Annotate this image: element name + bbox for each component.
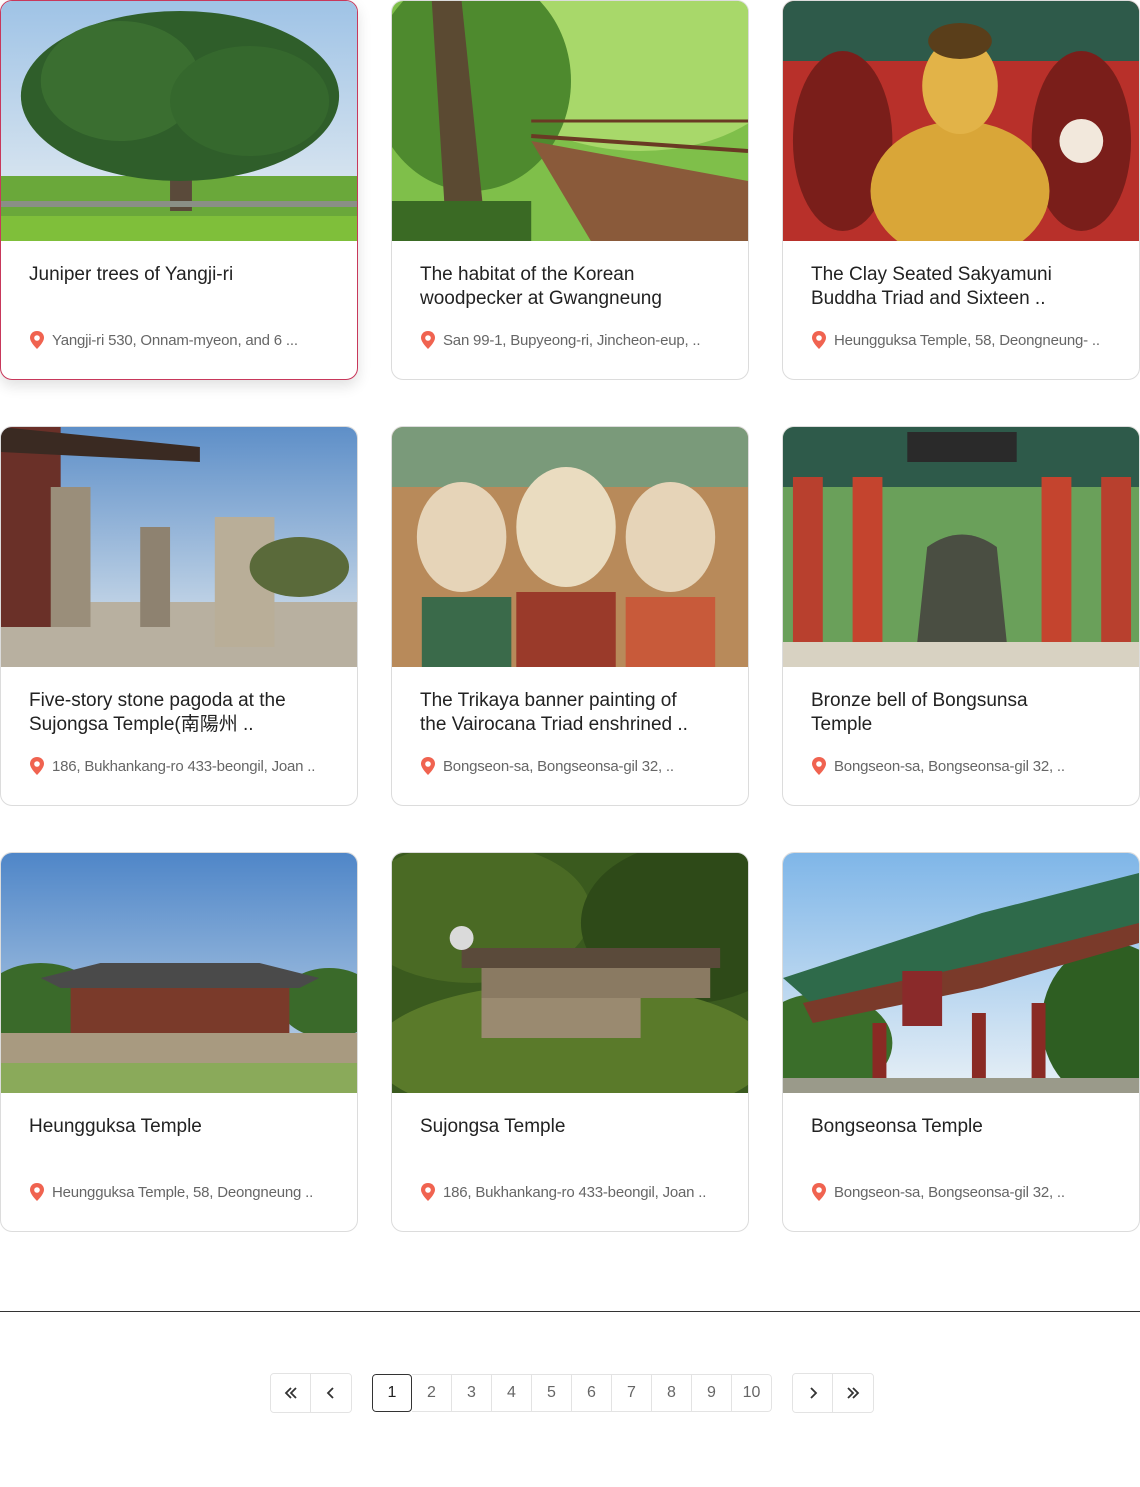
card-address: Bongseon-sa, Bongseonsa-gil 32, ..: [811, 757, 1111, 775]
sujongsa-temple-photo: [392, 853, 748, 1093]
location-pin-icon: [30, 331, 44, 349]
double-chevron-left-icon: [284, 1387, 297, 1399]
card-address-text: Heungguksa Temple, 58, Deongneung ..: [52, 1183, 314, 1201]
heritage-card[interactable]: The Trikaya banner painting of the Vairo…: [391, 426, 749, 806]
location-pin-icon: [421, 331, 435, 349]
card-title: Five-story stone pagoda at the Sujongsa …: [29, 690, 286, 735]
card-title: Bronze bell of Bongsunsa Temple: [811, 690, 1028, 735]
page-button-4[interactable]: 4: [492, 1374, 532, 1412]
card-title: The Trikaya banner painting of the Vairo…: [420, 690, 688, 735]
pagination-prev-group: [270, 1373, 352, 1413]
card-title: Bongseonsa Temple: [811, 1116, 983, 1137]
page-button-7[interactable]: 7: [612, 1374, 652, 1412]
card-address: Heungguksa Temple, 58, Deongneung- ..: [811, 331, 1111, 349]
double-chevron-right-icon: [847, 1387, 860, 1399]
heritage-card[interactable]: Bongseonsa Temple Bongseon-sa, Bongseons…: [782, 852, 1140, 1232]
card-address: Yangji-ri 530, Onnam-myeon, and 6 ...: [29, 331, 329, 349]
juniper-tree-photo: [1, 1, 357, 241]
card-address-text: Bongseon-sa, Bongseonsa-gil 32, ..: [834, 757, 1065, 775]
heritage-card[interactable]: Juniper trees of Yangji-ri Yangji-ri 530…: [0, 0, 358, 380]
card-title: Sujongsa Temple: [420, 1116, 566, 1137]
card-address: Bongseon-sa, Bongseonsa-gil 32, ..: [811, 1183, 1111, 1201]
page-button-8[interactable]: 8: [652, 1374, 692, 1412]
next-page-button[interactable]: [793, 1374, 833, 1412]
card-address-text: Bongseon-sa, Bongseonsa-gil 32, ..: [834, 1183, 1065, 1201]
card-address: San 99-1, Bupyeong-ri, Jincheon-eup, ..: [420, 331, 720, 349]
page-button-5[interactable]: 5: [532, 1374, 572, 1412]
heritage-card[interactable]: The Clay Seated Sakyamuni Buddha Triad a…: [782, 0, 1140, 380]
location-pin-icon: [812, 1183, 826, 1201]
heritage-card[interactable]: Five-story stone pagoda at the Sujongsa …: [0, 426, 358, 806]
golden-buddha-photo: [783, 1, 1139, 241]
page-button-10[interactable]: 10: [732, 1374, 772, 1412]
card-address-text: 186, Bukhankang-ro 433-beongil, Joan ..: [443, 1183, 707, 1201]
heritage-card[interactable]: Sujongsa Temple 186, Bukhankang-ro 433-b…: [391, 852, 749, 1232]
card-address: Heungguksa Temple, 58, Deongneung ..: [29, 1183, 329, 1201]
chevron-left-icon: [326, 1387, 334, 1399]
heungguksa-temple-photo: [1, 853, 357, 1093]
stone-pagoda-photo: [1, 427, 357, 667]
heritage-card[interactable]: The habitat of the Korean woodpecker at …: [391, 0, 749, 380]
bronze-bell-photo: [783, 427, 1139, 667]
pagination-pages: 1 2 3 4 5 6 7 8 9 10: [372, 1374, 772, 1412]
section-divider: [0, 1311, 1140, 1312]
forest-boardwalk-photo: [392, 1, 748, 241]
heritage-card[interactable]: Heungguksa Temple Heungguksa Temple, 58,…: [0, 852, 358, 1232]
heritage-card-grid: Juniper trees of Yangji-ri Yangji-ri 530…: [0, 0, 1140, 1232]
first-page-button[interactable]: [271, 1374, 311, 1412]
pagination: 1 2 3 4 5 6 7 8 9 10: [270, 1373, 874, 1413]
location-pin-icon: [421, 757, 435, 775]
location-pin-icon: [812, 757, 826, 775]
location-pin-icon: [30, 1183, 44, 1201]
card-title: The Clay Seated Sakyamuni Buddha Triad a…: [811, 264, 1052, 309]
card-title: Juniper trees of Yangji-ri: [29, 264, 234, 285]
location-pin-icon: [812, 331, 826, 349]
page-button-9[interactable]: 9: [692, 1374, 732, 1412]
card-title: The habitat of the Korean woodpecker at …: [420, 264, 662, 309]
buddhist-painting-photo: [392, 427, 748, 667]
page-button-1[interactable]: 1: [372, 1374, 412, 1412]
card-address-text: San 99-1, Bupyeong-ri, Jincheon-eup, ..: [443, 331, 701, 349]
pagination-next-group: [792, 1373, 874, 1413]
heritage-card[interactable]: Bronze bell of Bongsunsa Temple Bongseon…: [782, 426, 1140, 806]
card-address-text: 186, Bukhankang-ro 433-beongil, Joan ..: [52, 757, 316, 775]
card-address-text: Bongseon-sa, Bongseonsa-gil 32, ..: [443, 757, 674, 775]
chevron-right-icon: [809, 1387, 817, 1399]
last-page-button[interactable]: [833, 1374, 873, 1412]
card-title: Heungguksa Temple: [29, 1116, 202, 1137]
card-address: Bongseon-sa, Bongseonsa-gil 32, ..: [420, 757, 720, 775]
card-address: 186, Bukhankang-ro 433-beongil, Joan ..: [420, 1183, 720, 1201]
card-address-text: Heungguksa Temple, 58, Deongneung- ..: [834, 331, 1100, 349]
location-pin-icon: [30, 757, 44, 775]
location-pin-icon: [421, 1183, 435, 1201]
bongseonsa-temple-photo: [783, 853, 1139, 1093]
page-button-6[interactable]: 6: [572, 1374, 612, 1412]
prev-page-button[interactable]: [311, 1374, 351, 1412]
card-address: 186, Bukhankang-ro 433-beongil, Joan ..: [29, 757, 329, 775]
page-button-3[interactable]: 3: [452, 1374, 492, 1412]
page-button-2[interactable]: 2: [412, 1374, 452, 1412]
card-address-text: Yangji-ri 530, Onnam-myeon, and 6 ...: [52, 331, 298, 349]
